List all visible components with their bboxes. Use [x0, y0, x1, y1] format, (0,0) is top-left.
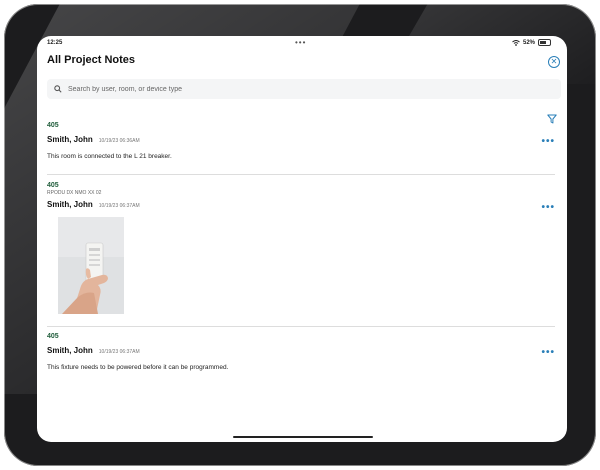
- battery-percent: 52%: [522, 39, 535, 46]
- search-bar[interactable]: [47, 79, 561, 99]
- note-device-type: RPODU DX NMO XX 02: [47, 190, 102, 196]
- multitask-dots-icon[interactable]: •••: [295, 38, 306, 47]
- page-title: All Project Notes: [47, 54, 136, 66]
- note-photo-thumbnail[interactable]: [58, 217, 124, 314]
- note-room: 405: [47, 182, 59, 189]
- search-input[interactable]: [66, 84, 540, 94]
- battery-icon: [538, 39, 551, 46]
- note-text: This fixture needs to be powered before …: [47, 364, 229, 371]
- note-item[interactable]: 405 Smith, John 10/19/23 06:37AM ••• Thi…: [47, 333, 555, 371]
- status-time: 12:25: [47, 40, 63, 46]
- search-icon: [54, 85, 62, 93]
- note-author: Smith, John: [47, 346, 93, 355]
- note-timestamp: 10/19/23 06:36AM: [98, 138, 140, 144]
- more-options-icon[interactable]: •••: [541, 136, 555, 147]
- wifi-icon: [512, 39, 520, 46]
- more-options-icon[interactable]: •••: [541, 202, 555, 213]
- note-timestamp: 10/19/23 06:37AM: [98, 349, 140, 355]
- note-text: This room is connected to the L 21 break…: [47, 153, 172, 160]
- tablet-frame: 12:25 ••• 52% All Project Notes ✕ Search…: [4, 4, 596, 466]
- close-icon[interactable]: ✕: [548, 56, 560, 68]
- note-room: 405: [47, 333, 59, 340]
- note-timestamp: 10/19/23 06:37AM: [98, 203, 140, 209]
- note-item[interactable]: 405 RPODU DX NMO XX 02 Smith, John 10/19…: [47, 182, 555, 314]
- home-indicator[interactable]: [233, 436, 373, 438]
- app-screen: 12:25 ••• 52% All Project Notes ✕ Search…: [37, 36, 567, 442]
- photo-image: [58, 217, 124, 314]
- note-item[interactable]: 405 Smith, John 10/19/23 06:36AM ••• Thi…: [47, 122, 555, 160]
- divider: [47, 326, 555, 327]
- divider: [47, 174, 555, 175]
- note-author: Smith, John: [47, 200, 93, 209]
- status-bar: 12:25 ••• 52%: [37, 36, 567, 50]
- status-indicators: 52%: [512, 39, 551, 46]
- note-author: Smith, John: [47, 135, 93, 144]
- more-options-icon[interactable]: •••: [541, 347, 555, 358]
- note-room: 405: [47, 122, 59, 129]
